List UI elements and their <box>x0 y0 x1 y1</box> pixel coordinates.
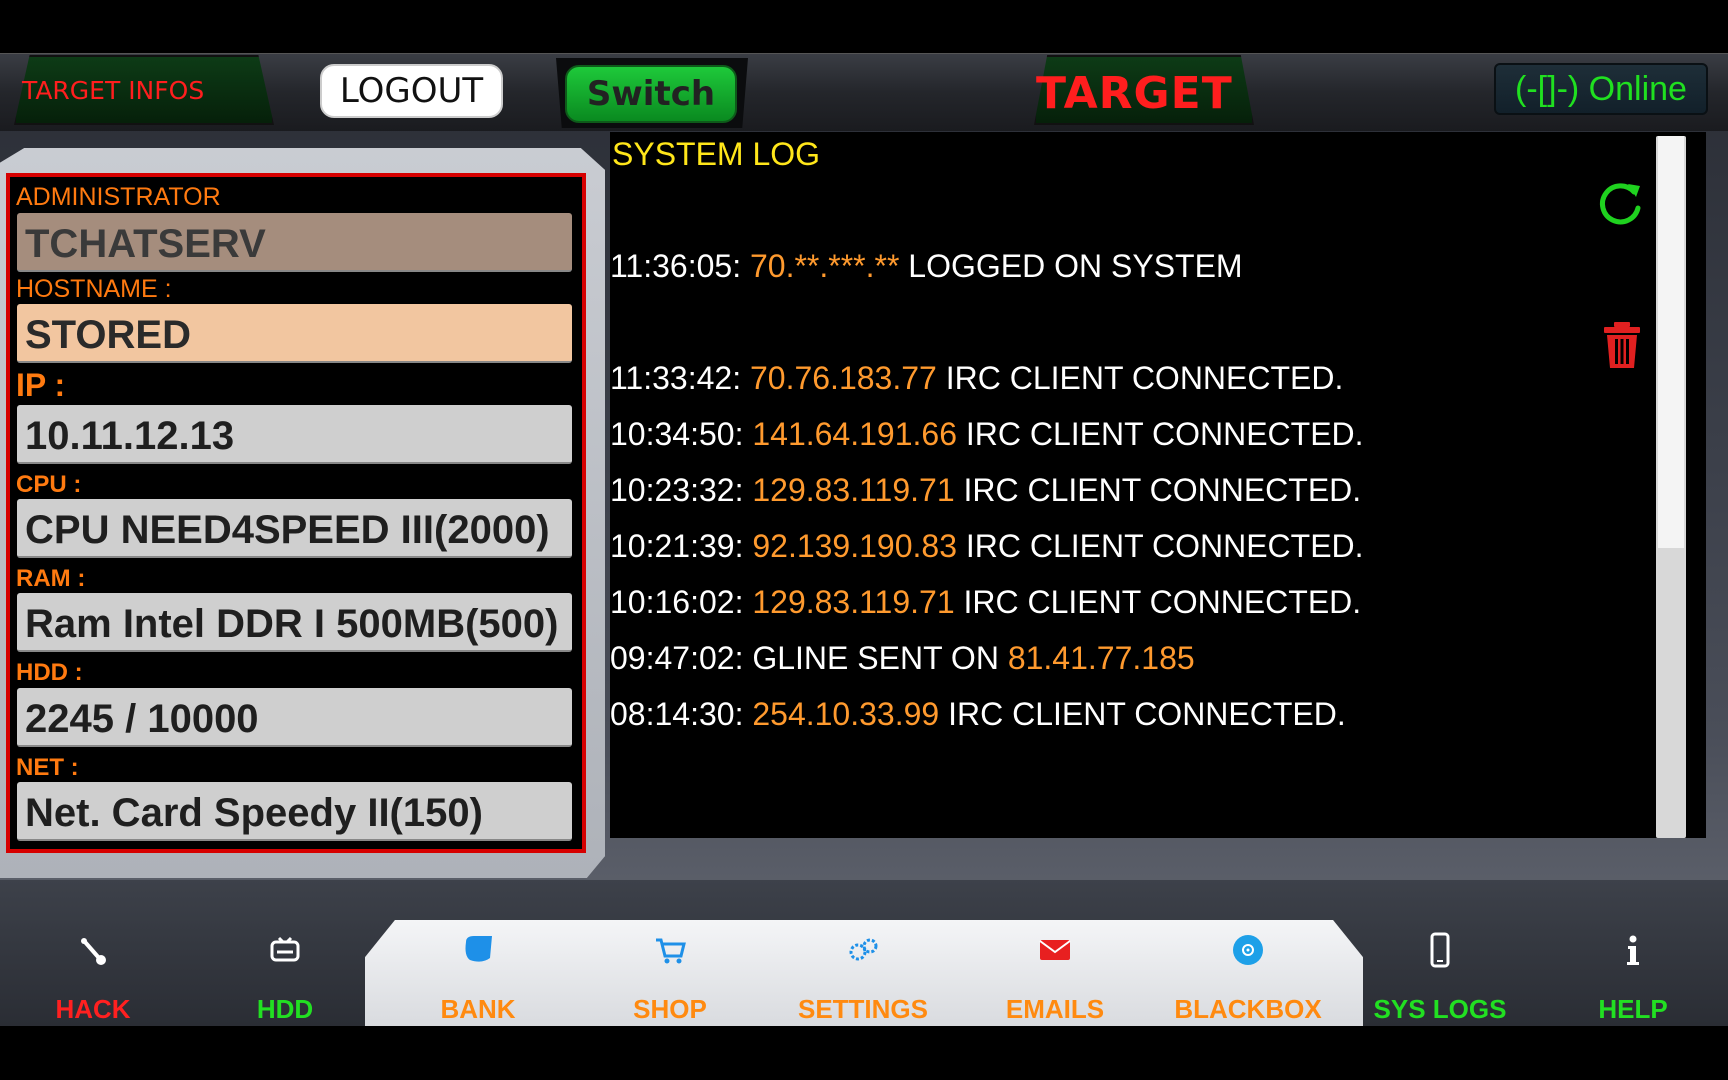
nav-item-bank[interactable]: BANK <box>383 930 573 1026</box>
log-entry: 10:16:02: 129.83.119.71 IRC CLIENT CONNE… <box>610 584 1361 621</box>
log-message: LOGGED ON SYSTEM <box>899 248 1243 284</box>
nav-item-sys-logs[interactable]: SYS LOGS <box>1345 930 1535 1026</box>
administrator-field: TCHATSERV <box>17 213 572 272</box>
wrench-icon <box>0 930 188 970</box>
nav-item-hdd[interactable]: HDD <box>190 930 380 1026</box>
ip-field: 10.11.12.13 <box>17 405 572 464</box>
log-message: IRC CLIENT CONNECTED. <box>939 696 1346 732</box>
online-status: (-[]-) Online <box>1494 63 1708 115</box>
nav-label: HACK <box>55 994 131 1024</box>
log-scrollbar-thumb[interactable] <box>1658 136 1684 548</box>
refresh-icon[interactable] <box>1594 178 1646 230</box>
log-entry: 09:47:02: GLINE SENT ON 81.41.77.185 <box>610 640 1195 677</box>
target-title: TARGET <box>1036 68 1233 119</box>
nav-item-hack[interactable]: HACK <box>0 930 188 1026</box>
nav-label: HELP <box>1598 994 1668 1024</box>
nav-item-help[interactable]: HELP <box>1538 930 1728 1026</box>
log-message: IRC CLIENT CONNECTED. <box>956 416 1364 452</box>
hdd-icon <box>190 930 380 970</box>
nav-label: BANK <box>440 994 516 1024</box>
log-time: 10:34:50: <box>610 416 753 452</box>
nav-item-settings[interactable]: SETTINGS <box>768 930 958 1026</box>
log-ip[interactable]: 81.41.77.185 <box>1008 640 1195 676</box>
log-message: IRC CLIENT CONNECTED. <box>936 360 1344 396</box>
log-entry: 10:34:50: 141.64.191.66 IRC CLIENT CONNE… <box>610 416 1364 453</box>
hostname-field: STORED <box>17 304 572 363</box>
gears-icon <box>768 930 958 970</box>
cpu-field: CPU NEED4SPEED III(2000) <box>17 499 572 558</box>
blackbox-icon <box>1153 930 1343 970</box>
log-message: IRC CLIENT CONNECTED. <box>954 472 1362 508</box>
log-time: 10:21:39: <box>610 528 753 564</box>
log-ip[interactable]: 92.139.190.83 <box>752 528 957 564</box>
ram-field: Ram Intel DDR I 500MB(500) <box>17 593 572 652</box>
target-infos-title: TARGET INFOS <box>22 76 205 105</box>
nav-item-emails[interactable]: EMAILS <box>960 930 1150 1026</box>
log-time: 11:33:42: <box>610 360 750 396</box>
nav-label: BLACKBOX <box>1174 994 1322 1024</box>
log-entry: 11:33:42: 70.76.183.77 IRC CLIENT CONNEC… <box>610 360 1343 397</box>
log-ip[interactable]: 254.10.33.99 <box>752 696 939 732</box>
nav-label: EMAILS <box>1005 994 1105 1024</box>
info-icon <box>1538 930 1728 970</box>
administrator-label: ADMINISTRATOR <box>16 183 221 211</box>
game-screen: TARGET INFOS LOGOUT Switch TARGET (-[]-)… <box>0 0 1728 1080</box>
log-message: IRC CLIENT CONNECTED. <box>954 584 1362 620</box>
cart-icon <box>575 930 765 970</box>
logout-button[interactable]: LOGOUT <box>320 64 503 118</box>
log-time: 11:36:05: <box>610 248 750 284</box>
log-entry: 10:23:32: 129.83.119.71 IRC CLIENT CONNE… <box>610 472 1361 509</box>
log-ip[interactable]: 70.76.183.77 <box>750 360 937 396</box>
log-time: 09:47:02: <box>610 640 753 676</box>
log-time: 10:23:32: <box>610 472 753 508</box>
nav-item-shop[interactable]: SHOP <box>575 930 765 1026</box>
log-time: 10:16:02: <box>610 584 753 620</box>
ram-label: RAM : <box>16 565 86 592</box>
log-entry: 11:36:05: 70.**.***.** LOGGED ON SYSTEM <box>610 248 1243 285</box>
log-prefix: GLINE SENT ON <box>752 640 1008 676</box>
hdd-label: HDD : <box>16 659 83 686</box>
net-label: NET : <box>16 754 79 781</box>
log-time: 08:14:30: <box>610 696 753 732</box>
mail-icon <box>960 930 1150 970</box>
bank-icon <box>383 930 573 970</box>
log-entry: 08:14:30: 254.10.33.99 IRC CLIENT CONNEC… <box>610 696 1346 733</box>
log-entry: 10:21:39: 92.139.190.83 IRC CLIENT CONNE… <box>610 528 1364 565</box>
log-ip[interactable]: 129.83.119.71 <box>752 472 954 508</box>
nav-label: SETTINGS <box>797 994 928 1024</box>
log-ip[interactable]: 141.64.191.66 <box>752 416 957 452</box>
nav-label: SYS LOGS <box>1373 994 1507 1024</box>
phone-icon <box>1345 930 1535 970</box>
hdd-field: 2245 / 10000 <box>17 688 572 747</box>
switch-button[interactable]: Switch <box>565 65 737 123</box>
net-field: Net. Card Speedy II(150) <box>17 782 572 841</box>
log-ip[interactable]: 70.**.***.** <box>750 248 899 284</box>
trash-icon[interactable] <box>1603 321 1641 369</box>
log-message: IRC CLIENT CONNECTED. <box>956 528 1364 564</box>
nav-label: HDD <box>256 994 314 1024</box>
nav-label: SHOP <box>633 994 707 1024</box>
cpu-label: CPU : <box>16 471 82 498</box>
bottom-black-strip <box>0 1026 1728 1080</box>
log-ip[interactable]: 129.83.119.71 <box>752 584 954 620</box>
hostname-label: HOSTNAME : <box>16 275 172 303</box>
ip-label: IP : <box>16 367 66 403</box>
nav-item-blackbox[interactable]: BLACKBOX <box>1153 930 1343 1026</box>
system-log-title: SYSTEM LOG <box>612 136 821 172</box>
